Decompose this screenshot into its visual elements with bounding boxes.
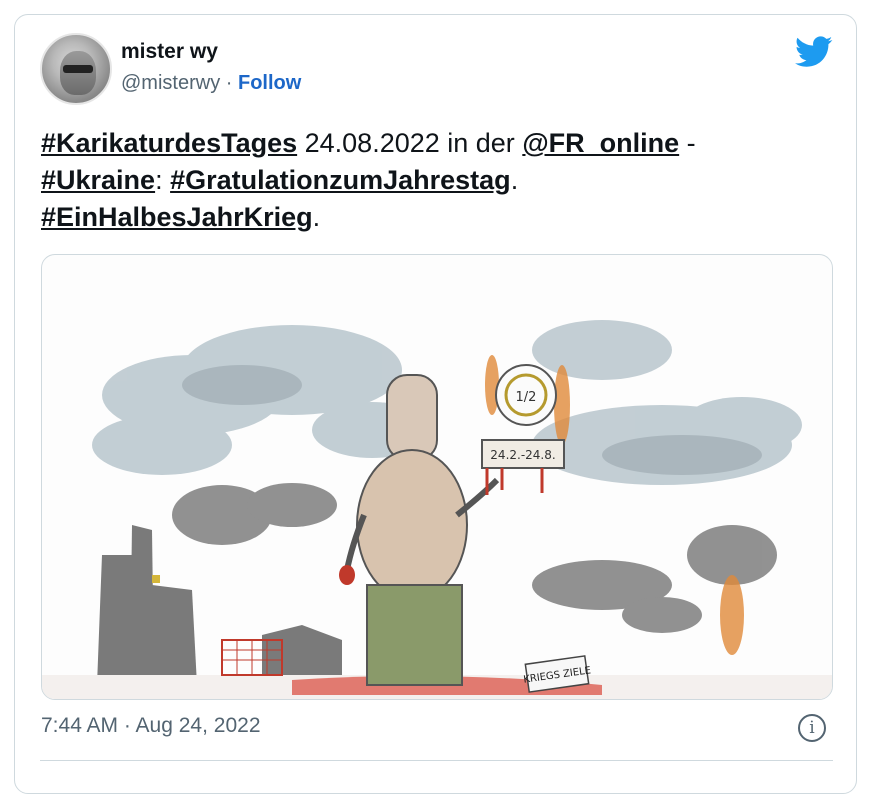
divider <box>40 760 833 761</box>
tweet-text-segment: : <box>155 165 171 195</box>
hashtag-karikaturdestages[interactable]: #KarikaturdesTages <box>41 128 297 158</box>
tweet-text-segment: 24.08.2022 in der <box>297 128 523 158</box>
avatar-face <box>60 51 96 95</box>
tweet-timestamp[interactable]: 7:44 AM · Aug 24, 2022 <box>41 714 261 738</box>
dark-smoke <box>172 483 777 633</box>
ruined-buildings <box>97 525 342 685</box>
hashtag-gratulationzumjahrestag[interactable]: #GratulationzumJahrestag <box>170 165 511 195</box>
author-handle-line: @misterwy · Follow <box>121 72 301 95</box>
sign-dates: 24.2.-24.8. <box>490 448 555 462</box>
medal-half: 1/2 <box>516 390 537 405</box>
cartoon-illustration: 24.2.-24.8. 1/2 KRIEGS ZIELE <box>42 320 832 699</box>
handle-separator: · <box>225 72 233 94</box>
avatar-glasses <box>63 65 93 73</box>
author-handle[interactable]: @misterwy <box>121 72 220 94</box>
hashtag-ukraine[interactable]: #Ukraine <box>41 165 155 195</box>
avatar[interactable] <box>40 33 112 105</box>
twitter-bird-icon[interactable] <box>795 36 833 68</box>
info-icon[interactable]: i <box>798 714 826 742</box>
tweet-text-segment: - <box>679 128 696 158</box>
tweet-text-segment: . <box>510 165 519 195</box>
tweet-text-segment: . <box>312 202 321 232</box>
mention-fr-online[interactable]: @FR_online <box>522 128 679 158</box>
tweet-media-cartoon[interactable]: 24.2.-24.8. 1/2 KRIEGS ZIELE <box>41 254 833 700</box>
author-name[interactable]: mister wy <box>121 40 218 64</box>
hashtag-einhalbesjahrkrieg[interactable]: #EinHalbesJahrKrieg <box>41 202 313 232</box>
follow-button[interactable]: Follow <box>238 72 301 94</box>
tweet-text: #KarikaturdesTages 24.08.2022 in der @FR… <box>41 125 821 236</box>
fire-window <box>152 575 160 583</box>
